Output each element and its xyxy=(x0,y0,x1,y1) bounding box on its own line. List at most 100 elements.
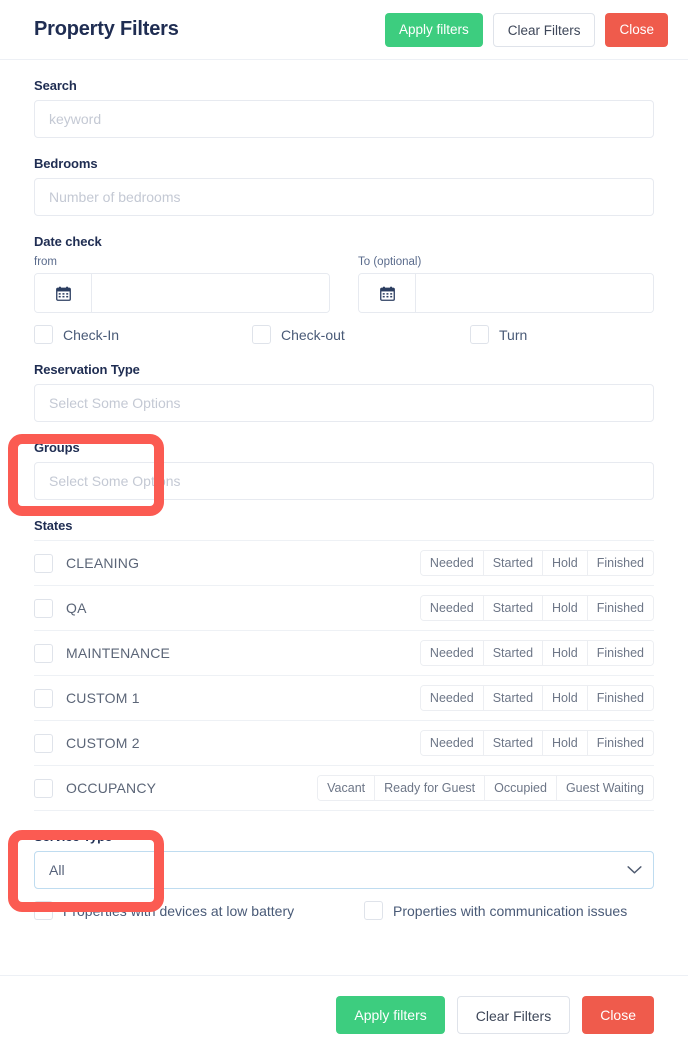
pill-started[interactable]: Started xyxy=(483,641,544,665)
state-pill-group: Needed Started Hold Finished xyxy=(419,640,654,666)
date-check-row: from To (optional) xyxy=(34,256,654,313)
groups-select[interactable]: Select Some Options xyxy=(34,462,654,500)
date-from-column: from xyxy=(34,256,330,313)
search-input[interactable] xyxy=(34,100,654,138)
pill-hold[interactable]: Hold xyxy=(543,731,588,755)
state-pill-group: Needed Started Hold Finished xyxy=(419,550,654,576)
table-row: MAINTENANCE Needed Started Hold Finished xyxy=(34,630,654,675)
page-title: Property Filters xyxy=(34,18,179,40)
checkbox-low-battery[interactable]: Properties with devices at low battery xyxy=(34,901,364,920)
service-type-value: All xyxy=(49,862,65,878)
date-to-column: To (optional) xyxy=(358,256,654,313)
state-row-left[interactable]: MAINTENANCE xyxy=(34,643,420,663)
calendar-icon[interactable] xyxy=(35,274,92,312)
bottom-checkbox-row: Properties with devices at low battery P… xyxy=(34,901,654,920)
state-pill-group: Needed Started Hold Finished xyxy=(419,595,654,621)
checkbox-communication-issues[interactable]: Properties with communication issues xyxy=(364,901,627,920)
checkbox-label: Properties with devices at low battery xyxy=(63,902,295,919)
pill-started[interactable]: Started xyxy=(483,551,544,575)
checkbox-box[interactable] xyxy=(34,325,53,344)
checkbox-qa[interactable] xyxy=(34,598,53,618)
state-name: CLEANING xyxy=(66,555,140,571)
pill-hold[interactable]: Hold xyxy=(543,641,588,665)
apply-filters-button-top[interactable]: Apply filters xyxy=(384,12,483,47)
reservation-type-placeholder: Select Some Options xyxy=(49,395,181,411)
checkbox-custom-2[interactable] xyxy=(34,733,53,753)
date-to-group[interactable] xyxy=(358,273,654,313)
pill-started[interactable]: Started xyxy=(483,731,544,755)
calendar-icon[interactable] xyxy=(359,274,416,312)
property-filters-modal: Property Filters Apply filters Clear Fil… xyxy=(0,0,688,1053)
header-button-group: Apply filters Clear Filters Close xyxy=(384,12,668,47)
state-row-left[interactable]: CUSTOM 2 xyxy=(34,733,420,753)
bedrooms-label: Bedrooms xyxy=(34,156,98,171)
pill-guest-waiting[interactable]: Guest Waiting xyxy=(556,776,653,800)
pill-finished[interactable]: Finished xyxy=(587,641,653,665)
state-name: QA xyxy=(66,600,87,616)
checkbox-check-in[interactable]: Check-In xyxy=(34,325,252,344)
reservation-type-label: Reservation Type xyxy=(34,362,140,377)
checkbox-label: Check-In xyxy=(63,326,120,343)
pill-needed[interactable]: Needed xyxy=(420,641,484,665)
close-button-bottom[interactable]: Close xyxy=(582,995,654,1034)
state-pill-group: Needed Started Hold Finished xyxy=(419,685,654,711)
checkbox-label: Turn xyxy=(499,326,528,343)
checkbox-maintenance[interactable] xyxy=(34,643,53,663)
table-row: CLEANING Needed Started Hold Finished xyxy=(34,540,654,585)
date-from-group[interactable] xyxy=(34,273,330,313)
date-check-label: Date check xyxy=(34,234,102,249)
service-type-select-wrap: All xyxy=(34,851,654,889)
checkbox-check-out[interactable]: Check-out xyxy=(252,325,470,344)
state-row-left[interactable]: QA xyxy=(34,598,420,618)
state-row-left[interactable]: CLEANING xyxy=(34,553,420,573)
state-row-left[interactable]: OCCUPANCY xyxy=(34,778,317,798)
pill-finished[interactable]: Finished xyxy=(587,731,653,755)
date-from-input[interactable] xyxy=(92,274,329,312)
groups-placeholder: Select Some Options xyxy=(49,473,181,489)
checkbox-box[interactable] xyxy=(34,901,53,920)
modal-body: Search Bedrooms Date check from xyxy=(0,60,688,975)
reservation-type-select[interactable]: Select Some Options xyxy=(34,384,654,422)
checkbox-turn[interactable]: Turn xyxy=(470,325,527,344)
state-pill-group: Needed Started Hold Finished xyxy=(419,730,654,756)
checkbox-box[interactable] xyxy=(252,325,271,344)
checkbox-box[interactable] xyxy=(470,325,489,344)
pill-hold[interactable]: Hold xyxy=(543,551,588,575)
state-name: CUSTOM 1 xyxy=(66,690,140,706)
table-row: CUSTOM 2 Needed Started Hold Finished xyxy=(34,720,654,765)
pill-started[interactable]: Started xyxy=(483,596,544,620)
service-type-select[interactable]: All xyxy=(34,851,654,889)
pill-needed[interactable]: Needed xyxy=(420,551,484,575)
checkbox-cleaning[interactable] xyxy=(34,553,53,573)
date-check-checkbox-row: Check-In Check-out Turn xyxy=(34,325,654,344)
pill-ready-for-guest[interactable]: Ready for Guest xyxy=(375,776,486,800)
pill-started[interactable]: Started xyxy=(483,686,544,710)
checkbox-box[interactable] xyxy=(364,901,383,920)
pill-finished[interactable]: Finished xyxy=(587,686,653,710)
apply-filters-button-bottom[interactable]: Apply filters xyxy=(336,995,445,1034)
pill-hold[interactable]: Hold xyxy=(543,686,588,710)
pill-vacant[interactable]: Vacant xyxy=(318,776,376,800)
checkbox-custom-1[interactable] xyxy=(34,688,53,708)
clear-filters-button-top[interactable]: Clear Filters xyxy=(492,12,596,47)
pill-finished[interactable]: Finished xyxy=(587,596,653,620)
modal-footer: Apply filters Clear Filters Close xyxy=(0,975,688,1053)
pill-occupied[interactable]: Occupied xyxy=(485,776,557,800)
states-table: CLEANING Needed Started Hold Finished QA… xyxy=(34,540,654,811)
pill-finished[interactable]: Finished xyxy=(587,551,653,575)
search-label: Search xyxy=(34,78,77,93)
date-from-label: from xyxy=(34,256,57,268)
clear-filters-button-bottom[interactable]: Clear Filters xyxy=(456,995,571,1034)
service-type-label: Service Type xyxy=(34,829,113,844)
pill-needed[interactable]: Needed xyxy=(420,686,484,710)
pill-needed[interactable]: Needed xyxy=(420,731,484,755)
checkbox-occupancy[interactable] xyxy=(34,778,53,798)
pill-hold[interactable]: Hold xyxy=(543,596,588,620)
pill-needed[interactable]: Needed xyxy=(420,596,484,620)
date-to-label: To (optional) xyxy=(358,256,422,268)
close-button-top[interactable]: Close xyxy=(605,12,668,47)
bedrooms-input[interactable] xyxy=(34,178,654,216)
state-row-left[interactable]: CUSTOM 1 xyxy=(34,688,420,708)
date-to-input[interactable] xyxy=(416,274,653,312)
table-row: QA Needed Started Hold Finished xyxy=(34,585,654,630)
